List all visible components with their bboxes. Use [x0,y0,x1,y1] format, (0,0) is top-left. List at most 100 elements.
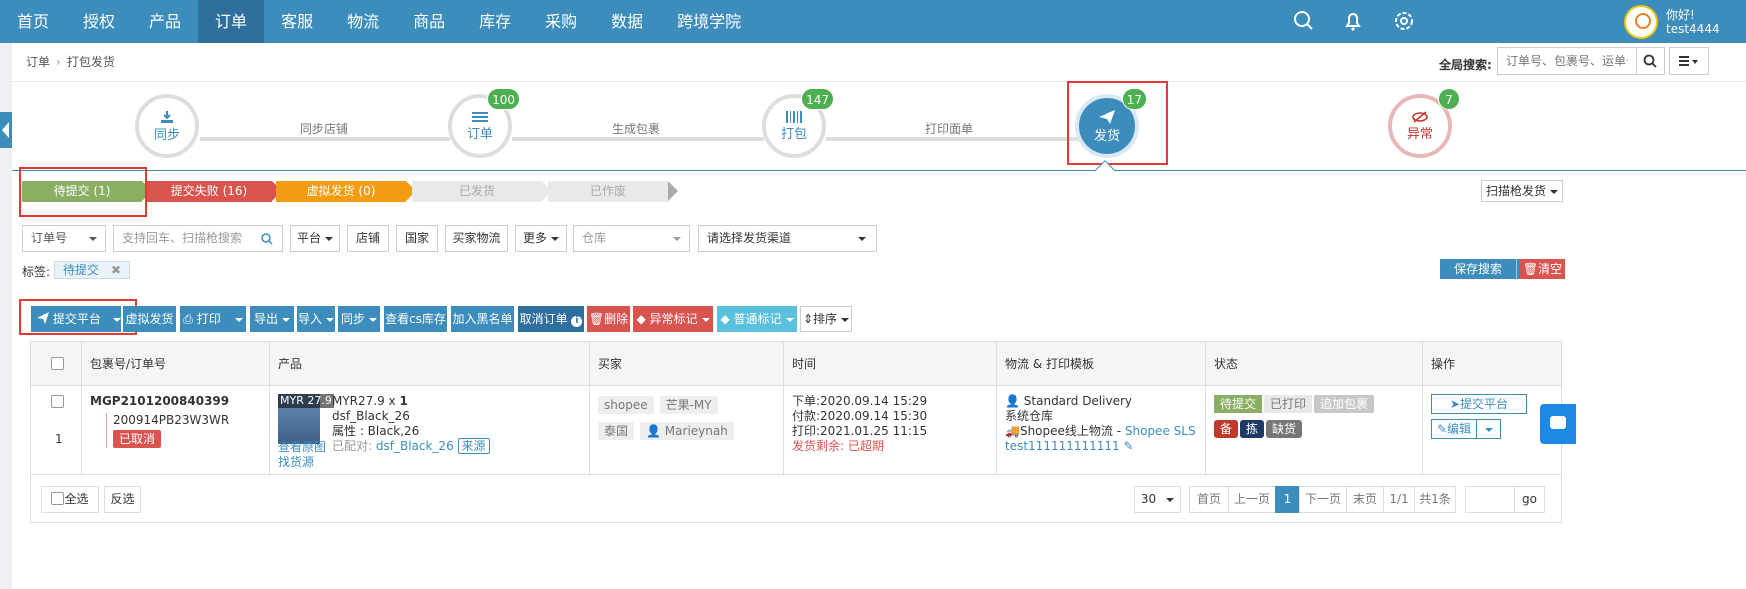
abnormal-mark-button[interactable]: ◆ 异常标记 [633,306,713,332]
print-label: 打印 [196,312,221,326]
tab-submit-failed[interactable]: 提交失败 (16) [146,181,282,202]
tab-shipped[interactable]: 已发货 [412,181,552,202]
nav-purchase[interactable]: 采购 [528,0,594,43]
logistics-provider-link[interactable]: Shopee SLS [1125,424,1196,438]
tag-pending: 待提交 ✖ [54,261,131,279]
go-button[interactable]: go [1514,486,1545,513]
clear-button[interactable]: 🗑清空 [1520,259,1565,279]
step-link-print-label[interactable]: 打印面单 [889,120,1009,137]
cancel-order-button[interactable]: 取消订单 i [518,306,584,332]
import-button[interactable]: 导入 [297,306,335,332]
view-image-link[interactable]: 查看原图 [278,440,326,455]
cancelled-badge: 已取消 [113,430,162,448]
warehouse-select[interactable]: 仓库 [573,225,690,252]
tab-voided[interactable]: 已作废 [548,181,678,202]
country-button[interactable]: 国家 [396,225,438,252]
row-checkbox[interactable] [51,395,64,408]
select-all-checkbox [51,492,65,505]
nav-data[interactable]: 数据 [594,0,660,43]
user-menu[interactable]: 你好! test4444 [1624,0,1720,43]
scan-ship-button[interactable]: 扫描枪发货 [1481,180,1563,202]
breadcrumb-root[interactable]: 订单 [26,55,50,69]
gear-icon[interactable] [1389,6,1419,36]
package-no[interactable]: MGP2101200840399 [90,394,261,408]
nav-product[interactable]: 产品 [132,0,198,43]
quantity: 1 [399,394,408,408]
global-search-menu[interactable] [1669,47,1709,75]
step-pack[interactable]: 打包 147 [762,88,834,158]
page-info: 1/1 [1383,486,1415,513]
abnormal-mark-label: 异常标记 [649,312,698,326]
nav-logistics[interactable]: 物流 [330,0,396,43]
order-no[interactable]: 200914PB23W3WR [113,413,261,427]
tag-icon: ◆ [636,312,646,326]
status-append-package: 追加包裹 [1314,395,1375,413]
find-source-link[interactable]: 找货源 [278,455,326,470]
header-checkbox-cell [31,342,82,386]
nav-service[interactable]: 客服 [264,0,330,43]
product-thumbnail[interactable]: MYR 27.9 [278,394,334,444]
step-sync[interactable]: 同步 [135,94,199,158]
prev-page-button[interactable]: 上一页 [1228,486,1276,513]
step-order[interactable]: 订单 100 [448,88,520,158]
blacklist-button[interactable]: 加入黑名单 [451,306,514,332]
buyer-name: Marieynah [664,424,728,438]
tab-virtual-ship[interactable]: 虚拟发货 (0) [276,181,416,202]
step-abnormal[interactable]: 异常 7 [1388,88,1460,158]
cs-stock-button[interactable]: 查看cs库存 [384,306,447,332]
row-check-cell: 1 [31,386,82,475]
total-count: 共1条 [1414,486,1456,513]
edit-icon[interactable]: ✎ [1124,439,1134,453]
channel-select[interactable]: 请选择发货渠道 [698,225,877,252]
nav-order[interactable]: 订单 [198,0,265,43]
close-icon[interactable]: ✖ [111,263,121,277]
print-button[interactable]: ⎙ 打印 [180,306,246,332]
nav-auth[interactable]: 授权 [66,0,132,43]
next-page-button[interactable]: 下一页 [1299,486,1347,513]
export-button[interactable]: 导出 [250,306,294,332]
page-size-select[interactable]: 30 [1134,486,1181,513]
tracking-no[interactable]: test111111111111 [1005,439,1120,453]
global-search-input[interactable] [1497,47,1637,75]
more-dropdown[interactable]: 更多 [515,225,567,252]
matched-sku-link[interactable]: dsf_Black_26 [376,439,454,453]
nav-goods[interactable]: 商品 [396,0,462,43]
nav-academy[interactable]: 跨境学院 [660,0,758,43]
row-submit-platform-button[interactable]: ➤提交平台 [1431,394,1527,414]
current-page[interactable]: 1 [1275,486,1300,513]
invert-selection-button[interactable]: 反选 [104,486,141,513]
sync-button[interactable]: 同步 [338,306,380,332]
product-attr: 属性 : Black,26 [332,424,420,438]
save-search-button[interactable]: 保存搜索 [1440,259,1516,279]
shop-button[interactable]: 店铺 [347,225,389,252]
user-icon: 👤 [646,424,661,438]
last-page-button[interactable]: 末页 [1346,486,1384,513]
platform-dropdown[interactable]: 平台 [290,225,340,252]
global-search-button[interactable] [1637,47,1665,75]
mark-pick: 拣 [1240,420,1265,438]
page-jump-input[interactable] [1465,486,1515,513]
first-page-button[interactable]: 首页 [1189,486,1229,513]
nav-home[interactable]: 首页 [0,0,66,43]
virtual-ship-button[interactable]: 虚拟发货 [123,306,176,332]
row-edit-dropdown[interactable] [1477,419,1501,439]
select-all-button[interactable]: 全选 [41,486,99,513]
sort-button[interactable]: ⇕排序 [800,306,852,332]
buyer-logistics-button[interactable]: 买家物流 [445,225,508,252]
select-all-checkbox[interactable] [51,357,64,370]
row-edit-button[interactable]: ✎编辑 [1431,419,1477,439]
bell-icon[interactable] [1338,6,1368,36]
chat-icon[interactable] [1540,404,1576,444]
status-printed: 已打印 [1264,395,1313,413]
step-link-generate-package[interactable]: 生成包裹 [576,120,696,137]
search-icon[interactable] [1288,6,1318,36]
delete-button[interactable]: 🗑删除 [587,306,630,332]
search-input[interactable]: 支持回车、扫描枪搜索 [113,225,283,252]
step-link-sync-shop[interactable]: 同步店铺 [264,120,384,137]
normal-mark-button[interactable]: ◆ 普通标记 [717,306,797,332]
nav-inventory[interactable]: 库存 [462,0,528,43]
order-no-select[interactable]: 订单号 [22,225,106,252]
source-button[interactable]: 来源 [457,438,490,454]
step-label: 打包 [780,126,807,142]
sidebar-toggle[interactable] [0,112,12,148]
